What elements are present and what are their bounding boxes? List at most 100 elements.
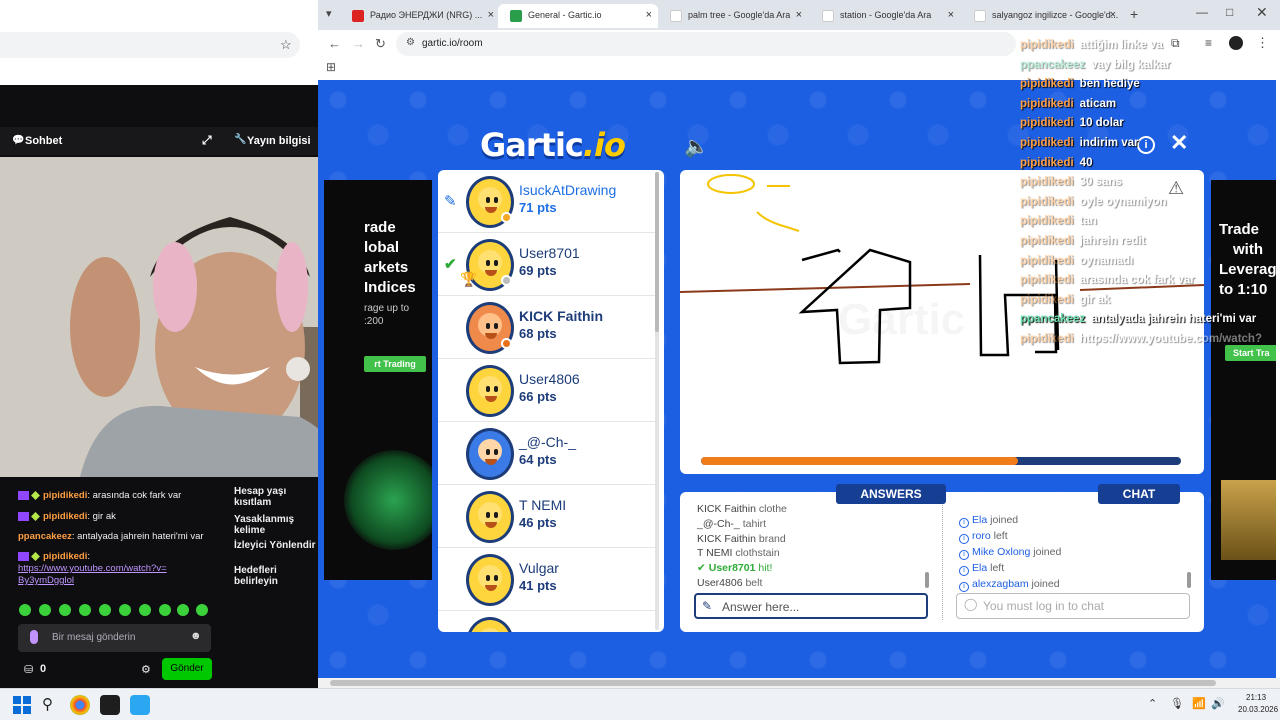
- sound-speaker-icon[interactable]: 🔈: [684, 134, 709, 159]
- profile-avatar[interactable]: [1229, 36, 1243, 50]
- address-bar[interactable]: ⚙ gartic.io/room: [396, 32, 1016, 56]
- overlay-chat-text: indirim var: [1079, 137, 1139, 149]
- chat-input[interactable]: ◯ You must log in to chat: [956, 593, 1190, 619]
- mod-tool-item[interactable]: Hedefleri belirleyin: [234, 565, 318, 586]
- chat-username[interactable]: pipidikedi: [43, 490, 87, 501]
- tab-salyangoz[interactable]: salyangoz ingilizce - Google'd... ×: [962, 4, 1122, 28]
- mod-tool-item[interactable]: Yasaklanmış kelime: [234, 514, 318, 536]
- emote-picker-icon[interactable]: ☻: [190, 630, 202, 642]
- chrome-taskbar-icon[interactable]: [70, 695, 90, 715]
- tab-close-icon[interactable]: ×: [646, 9, 652, 21]
- ad-left[interactable]: rade lobal arkets Indices rage up to :20…: [324, 180, 432, 580]
- info-icon[interactable]: i: [1137, 136, 1155, 154]
- player-row[interactable]: ✎ IsuckAtDrawing 71 pts: [438, 170, 656, 233]
- ad-line: rage up to: [364, 303, 410, 314]
- left-url-bar[interactable]: [0, 32, 300, 58]
- player-name: User8701: [519, 245, 580, 261]
- forward-icon[interactable]: →: [352, 36, 365, 51]
- player-points: 41 pts: [519, 578, 557, 593]
- tab-close-icon[interactable]: ×: [796, 9, 802, 21]
- chat-link[interactable]: https://www.youtube.com/watch?v=By3ymDgg…: [18, 563, 168, 587]
- chat-tab-title[interactable]: Sohbet: [25, 135, 62, 147]
- chat-username[interactable]: pipidikedi: [43, 511, 87, 522]
- tab-close-icon[interactable]: ×: [948, 9, 954, 21]
- player-row[interactable]: T NEMI 46 pts: [438, 485, 656, 548]
- mod-tool-item[interactable]: İzleyici Yönlendir: [234, 540, 316, 551]
- app-taskbar-icon[interactable]: [130, 695, 150, 715]
- channel-points-icon[interactable]: ⛁: [24, 663, 33, 676]
- site-info-icon[interactable]: ⚙: [406, 37, 415, 48]
- stream-info-title[interactable]: Yayın bilgisi: [247, 135, 311, 147]
- close-window-icon[interactable]: ✕: [1256, 4, 1268, 21]
- menu-kebab-icon[interactable]: ⋮: [1256, 35, 1269, 51]
- ad-cta-button[interactable]: Start Tra: [1225, 345, 1276, 361]
- avatar: [466, 554, 514, 606]
- player-row-partial[interactable]: [438, 611, 656, 632]
- chat-settings-gear-icon[interactable]: ⚙: [141, 663, 151, 676]
- windows-start-icon[interactable]: [12, 695, 32, 715]
- player-row[interactable]: KICK Faithin 68 pts: [438, 296, 656, 359]
- ad-globe-image: [344, 450, 432, 550]
- tab-close-icon[interactable]: ×: [1110, 9, 1116, 21]
- tray-chevron-icon[interactable]: ⌃: [1148, 697, 1157, 710]
- chat-scrollbar[interactable]: [1187, 572, 1191, 588]
- chat-username[interactable]: ppancakeez: [18, 531, 72, 542]
- clock-time[interactable]: 21:13: [1246, 693, 1266, 702]
- chat-event: i roro left: [959, 530, 1008, 544]
- overlay-chat-username: pipidikedi: [1020, 195, 1074, 208]
- tab-radio[interactable]: Радио ЭНЕРДЖИ (NRG) ... ×: [340, 4, 500, 28]
- overlay-chat-line: pipidikedi aticam: [1020, 98, 1116, 110]
- answer-text: brand: [758, 533, 786, 545]
- new-tab-icon[interactable]: +: [1130, 6, 1138, 22]
- reload-icon[interactable]: ↻: [375, 36, 386, 52]
- wifi-icon[interactable]: 📶: [1192, 697, 1206, 710]
- overlay-chat-line: ppancakeez antalyada jahrein hateri'mi va…: [1020, 313, 1256, 325]
- back-icon[interactable]: ←: [328, 36, 341, 51]
- player-points: 71 pts: [519, 200, 557, 215]
- answer-entry: User4806 belt: [697, 577, 762, 589]
- ad-cta-button[interactable]: rt Trading: [364, 356, 426, 372]
- player-row[interactable]: ✔ 🏆 User8701 69 pts: [438, 233, 656, 296]
- report-warning-icon[interactable]: ⚠: [1168, 178, 1184, 199]
- ad-right[interactable]: Trade with Leverag to 1:10 Start Tra: [1211, 180, 1276, 580]
- logo-suffix: .io: [582, 126, 626, 164]
- tab-palm-tree[interactable]: palm tree - Google'da Ara ×: [658, 4, 808, 28]
- mic-tray-icon[interactable]: 🎙: [1170, 697, 1184, 710]
- maximize-icon[interactable]: □: [1226, 5, 1233, 19]
- taskbar-search-icon[interactable]: ⚲: [42, 695, 53, 713]
- tab-gartic[interactable]: General - Gartic.io ×: [498, 4, 658, 28]
- extensions-icon[interactable]: ⧉: [1171, 36, 1180, 51]
- obs-taskbar-icon[interactable]: [100, 695, 120, 715]
- answer-input[interactable]: ✎ Answer here...: [694, 593, 928, 619]
- players-scrollbar-thumb[interactable]: [655, 172, 659, 332]
- horizontal-scrollbar-thumb[interactable]: [330, 680, 1216, 686]
- apps-grid-icon[interactable]: ⊞: [326, 60, 336, 74]
- chat-bubble-icon: ◯: [964, 597, 978, 611]
- close-room-icon[interactable]: ✕: [1170, 130, 1188, 156]
- player-row[interactable]: User4806 66 pts: [438, 359, 656, 422]
- tab-station[interactable]: station - Google'da Ara ×: [810, 4, 960, 28]
- tab-label: station - Google'da Ara: [840, 10, 932, 20]
- chat-username[interactable]: pipidikedi: [43, 551, 87, 562]
- reading-list-icon[interactable]: ≡: [1205, 36, 1212, 50]
- popout-icon[interactable]: ⤢: [202, 133, 212, 148]
- player-row[interactable]: Vulgar 41 pts: [438, 548, 656, 611]
- answers-scrollbar[interactable]: [925, 572, 929, 588]
- volume-icon[interactable]: 🔊: [1211, 697, 1225, 710]
- google-icon: [822, 10, 834, 22]
- player-name: User4806: [519, 371, 580, 387]
- tab-search-icon[interactable]: ▾: [326, 7, 332, 20]
- minimize-icon[interactable]: —: [1196, 5, 1208, 19]
- sub-badge-icon: [18, 551, 29, 561]
- overlay-chat-text: 30 sans: [1079, 176, 1122, 189]
- mod-tool-item[interactable]: Hesap yaşı kısıtlam: [234, 486, 318, 508]
- overlay-chat-line: pipidikedi attiğim linke va: [1020, 39, 1163, 51]
- tab-close-icon[interactable]: ×: [488, 9, 494, 21]
- player-points: 69 pts: [519, 263, 557, 278]
- bookmark-star-icon[interactable]: ☆: [280, 37, 292, 53]
- clock-date[interactable]: 20.03.2026: [1238, 705, 1278, 714]
- send-button[interactable]: Gönder: [162, 658, 212, 680]
- stream-message-input[interactable]: Bir mesaj gönderin ☻: [18, 624, 211, 652]
- player-row[interactable]: _@-Ch-_ 64 pts: [438, 422, 656, 485]
- mic-icon[interactable]: [30, 630, 38, 644]
